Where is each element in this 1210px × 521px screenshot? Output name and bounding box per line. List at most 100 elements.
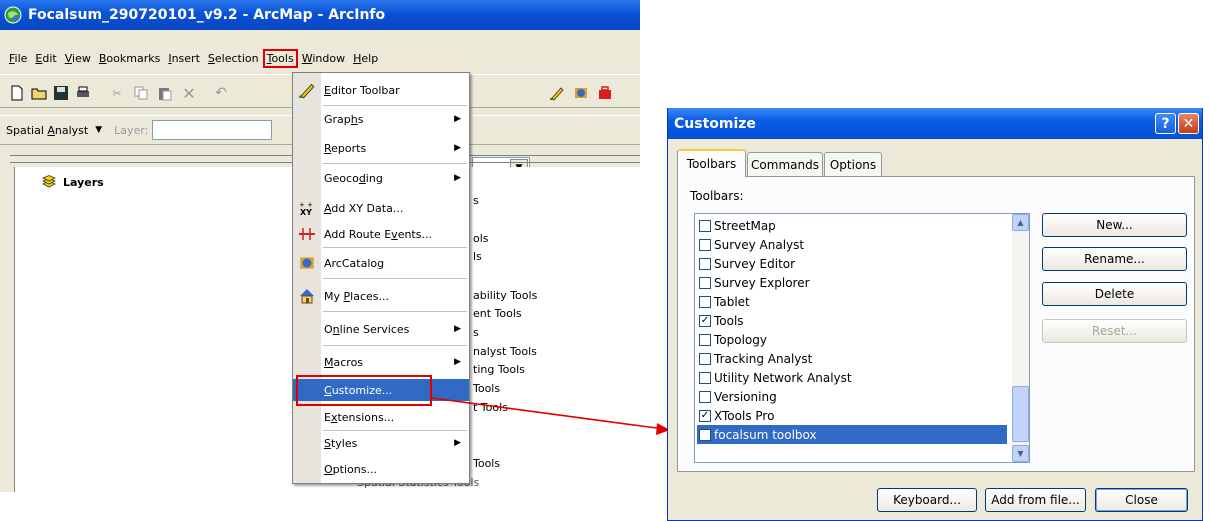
list-item[interactable]: StreetMap [697, 216, 1007, 235]
cut-icon[interactable]: ✂ [108, 84, 126, 102]
list-item[interactable]: Survey Explorer [697, 273, 1007, 292]
close-button[interactable]: Close [1095, 488, 1188, 512]
menu-item-reports[interactable]: Reports ▶ [293, 137, 469, 159]
list-item[interactable]: Survey Editor [697, 254, 1007, 273]
menu-item-editor-toolbar[interactable]: Editor Toolbar [293, 79, 469, 101]
checkbox[interactable] [699, 257, 711, 270]
checkbox[interactable] [699, 295, 711, 308]
menu-help[interactable]: Help [350, 50, 381, 67]
print-icon[interactable] [74, 84, 92, 102]
list-item[interactable]: Tablet [697, 292, 1007, 311]
arcmap-title-bar: Focalsum_290720101_v9.2 - ArcMap - ArcIn… [0, 0, 640, 30]
menu-edit[interactable]: Edit [32, 50, 59, 67]
list-item[interactable]: ✓ XTools Pro [697, 406, 1007, 425]
menu-window[interactable]: Window [299, 50, 348, 67]
checkbox[interactable] [699, 333, 711, 346]
scroll-down-icon[interactable]: ▼ [1012, 445, 1029, 462]
menu-item-graphs[interactable]: Graphs ▶ [293, 108, 469, 130]
checkbox-checked[interactable]: ✓ [699, 314, 711, 327]
menu-item-styles[interactable]: Styles ▶ [293, 432, 469, 454]
checkbox-checked[interactable]: ✓ [699, 409, 711, 422]
menu-separator [323, 105, 467, 106]
arccatalog-icon[interactable] [572, 84, 590, 102]
list-item[interactable]: Topology [697, 330, 1007, 349]
delete-icon[interactable]: ✕ [180, 84, 198, 103]
paste-icon[interactable] [156, 84, 174, 102]
checkbox[interactable] [699, 219, 711, 232]
list-scrollbar[interactable]: ▲ ▼ [1012, 214, 1029, 462]
layers-node[interactable]: Layers [41, 175, 104, 189]
toolbars-tab-panel: Toolbars: StreetMap Survey Analyst Surve… [677, 176, 1195, 472]
close-icon[interactable]: ✕ [1178, 113, 1199, 134]
menu-view[interactable]: View [62, 50, 94, 67]
menu-item-arccatalog[interactable]: ArcCatalog [293, 252, 469, 274]
checkbox[interactable] [699, 352, 711, 365]
menu-selection[interactable]: Selection [205, 50, 262, 67]
scroll-thumb[interactable] [1012, 386, 1029, 442]
help-button[interactable]: ? [1155, 113, 1176, 134]
copy-icon[interactable] [132, 84, 150, 102]
list-item[interactable]: Utility Network Analyst [697, 368, 1007, 387]
menu-item-my-places[interactable]: My Places... [293, 285, 469, 307]
submenu-arrow-icon: ▶ [454, 438, 461, 448]
checkbox[interactable] [699, 371, 711, 384]
layer-combo[interactable] [152, 120, 273, 140]
menu-separator [323, 278, 467, 279]
menu-item-geocoding[interactable]: Geocoding ▶ [293, 167, 469, 189]
customize-dialog: Customize ? ✕ Toolbars Commands Options … [667, 108, 1203, 521]
add-from-file-button[interactable]: Add from file... [985, 488, 1086, 512]
new-document-icon[interactable] [8, 84, 26, 102]
editor-toolbar-icon[interactable] [548, 84, 566, 102]
menu-tools[interactable]: Tools [262, 48, 298, 68]
reset-button[interactable]: Reset... [1042, 319, 1187, 343]
undo-icon[interactable]: ↶ [212, 84, 230, 102]
dropdown-arrow-icon[interactable]: ▼ [95, 125, 102, 135]
toc-item: s [473, 194, 479, 207]
save-icon[interactable] [52, 84, 70, 102]
menu-separator [323, 163, 467, 164]
checkbox[interactable] [699, 276, 711, 289]
checkbox[interactable] [699, 238, 711, 251]
menu-item-add-xy-data[interactable]: + + XY Add XY Data... [293, 197, 469, 219]
screenshot-stage: Focalsum_290720101_v9.2 - ArcMap - ArcIn… [0, 0, 1210, 521]
submenu-arrow-icon: ▶ [454, 114, 461, 124]
route-events-icon [297, 224, 317, 244]
editor-icon [297, 80, 317, 100]
toc-item: ls [473, 250, 482, 263]
keyboard-button[interactable]: Keyboard... [877, 488, 977, 512]
scroll-up-icon[interactable]: ▲ [1012, 214, 1029, 231]
layers-icon [42, 175, 56, 188]
list-item[interactable]: ✓ Tools [697, 311, 1007, 330]
toc-item: ting Tools [473, 363, 525, 376]
list-item-selected[interactable]: focalsum toolbox [697, 425, 1007, 444]
rename-button[interactable]: Rename... [1042, 247, 1187, 271]
toolbox-icon[interactable] [596, 84, 614, 102]
dialog-title: Customize [674, 115, 756, 132]
tab-options[interactable]: Options [824, 152, 882, 176]
menu-bar: File Edit View Bookmarks Insert Selectio… [0, 46, 640, 70]
toolbars-list[interactable]: StreetMap Survey Analyst Survey Editor S… [694, 213, 1030, 463]
delete-button[interactable]: Delete [1042, 282, 1187, 306]
open-folder-icon[interactable] [30, 84, 48, 102]
menu-insert[interactable]: Insert [165, 50, 203, 67]
menu-item-options[interactable]: Options... [293, 458, 469, 480]
spatial-analyst-dropdown[interactable]: Spatial Analyst [6, 124, 88, 137]
tab-toolbars[interactable]: Toolbars [677, 149, 746, 177]
checkbox[interactable] [699, 390, 711, 403]
menu-bookmarks[interactable]: Bookmarks [96, 50, 163, 67]
list-item[interactable]: Tracking Analyst [697, 349, 1007, 368]
list-item[interactable]: Versioning [697, 387, 1007, 406]
menu-item-extensions[interactable]: Extensions... [293, 406, 469, 428]
menu-item-add-route-events[interactable]: Add Route Events... [293, 223, 469, 245]
layers-label: Layers [63, 175, 104, 189]
checkbox[interactable] [699, 428, 711, 441]
menu-item-online-services[interactable]: Online Services ▶ [293, 318, 469, 340]
menu-file[interactable]: File [6, 50, 30, 67]
list-item[interactable]: Survey Analyst [697, 235, 1007, 254]
home-icon [297, 286, 317, 306]
new-button[interactable]: New... [1042, 213, 1187, 237]
arcmap-app-icon [4, 6, 22, 24]
tab-commands[interactable]: Commands [747, 152, 823, 176]
menu-item-macros[interactable]: Macros ▶ [293, 351, 469, 373]
toc-item: ability Tools [473, 289, 538, 302]
